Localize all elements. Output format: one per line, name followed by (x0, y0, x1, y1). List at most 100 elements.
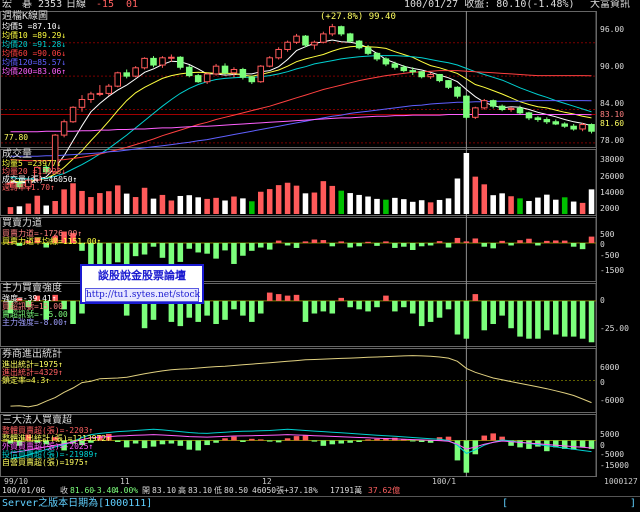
mainforce-bar (383, 295, 389, 301)
buysell-bar (579, 243, 586, 250)
candle-body (418, 71, 425, 78)
mainforce-bar (177, 300, 184, 327)
institutional-bar (231, 436, 237, 441)
panel-frame (0, 11, 597, 148)
mainforce-bar (204, 300, 210, 316)
volume-bar (579, 202, 586, 214)
status-open: 83.10 (152, 486, 177, 495)
institutional-bar (141, 440, 148, 449)
candle-body (230, 68, 238, 74)
buysell-bar (213, 243, 219, 259)
stock-chart-window: 宏 碁 2353 日線 -15 01 100/01/27 收盤: 80.10(-… (0, 0, 640, 512)
candle-body (311, 41, 318, 46)
buysell-bar (150, 243, 157, 247)
watermark-url[interactable]: http://tu1.sytes.net/stock (85, 288, 200, 302)
status-low-label: 低 (214, 486, 222, 495)
institutional-tick: 5000 (600, 430, 620, 439)
candle-body (159, 57, 166, 66)
volume-tick: 26000 (600, 172, 625, 181)
volume-bar (231, 196, 237, 214)
buysell-tick: -500 (600, 251, 620, 260)
buysell-bar (222, 243, 228, 251)
price-tick: 96.00 (600, 25, 625, 34)
buysell-bar (186, 243, 193, 249)
buysell-bar (517, 240, 523, 243)
server-version-text: Server之版本日期為[1000111] (2, 498, 153, 509)
candle-body (275, 48, 282, 59)
mainforce-bar (454, 300, 461, 335)
buysell-bar (454, 237, 461, 243)
broker-legend: 鎖定率=4.3↑ (2, 376, 51, 385)
volume-bar (275, 185, 282, 214)
volume-bar (490, 195, 496, 214)
institutional-bar (409, 440, 416, 442)
candle-body (257, 65, 265, 83)
candle-body (364, 47, 372, 54)
buysell-panel-title: 買賣力道 (2, 218, 42, 229)
mainforce-bar (70, 300, 76, 325)
institutional-bar (374, 438, 380, 441)
ma-line-均價200 (10, 114, 592, 133)
volume-bar (463, 153, 470, 214)
mainforce-bar (481, 300, 488, 331)
buysell-bar (284, 243, 291, 246)
buysell-legend: 買賣力道平均線=1151.00↑ (2, 237, 102, 246)
x-axis-label: 1000127 (604, 477, 638, 486)
mainforce-tick: -25.00 (600, 324, 629, 333)
candle-body (534, 117, 542, 121)
volume-bar (258, 191, 264, 214)
period-label[interactable]: 日線 (66, 0, 86, 11)
buysell-bar (275, 240, 282, 243)
buysell-bar (338, 241, 344, 243)
candle-body (489, 100, 497, 107)
volume-legend: 週轉率=1.70↑ (2, 183, 55, 192)
mainforce-bar (222, 300, 228, 320)
buysell-bar (365, 241, 371, 243)
buysell-tick: 0 (600, 240, 605, 249)
buysell-bar (445, 243, 452, 248)
forum-watermark[interactable]: 談股說金股票論壇 http://tu1.sytes.net/stock (80, 264, 204, 304)
volume-bar (16, 206, 23, 214)
stock-name: 宏 碁 2353 (2, 0, 63, 10)
mainforce-bar (302, 300, 309, 322)
price-tick: 81.60 (600, 119, 625, 128)
candle-body (436, 73, 443, 82)
candle-body (454, 86, 461, 97)
mainforce-bar (240, 300, 246, 316)
buysell-bar (392, 243, 398, 248)
volume-bar (409, 201, 416, 214)
volume-bar (25, 203, 32, 214)
institutional-bar (150, 440, 157, 447)
buysell-bar (588, 236, 595, 243)
mainforce-bar (472, 294, 479, 301)
buysell-bar (356, 243, 362, 247)
volume-bar (544, 194, 550, 214)
status-date: 100/01/06 (2, 486, 46, 495)
broker-line (10, 355, 592, 408)
price-tick: 84.00 (600, 99, 625, 108)
buysell-bar (231, 243, 237, 264)
header-value-1: -15 (96, 0, 115, 10)
mainforce-bar (517, 300, 523, 337)
buysell-bar (320, 240, 327, 243)
mainforce-bar (293, 294, 300, 301)
candle-body (427, 73, 434, 78)
volume-bar (240, 198, 246, 214)
buysell-bar (481, 243, 488, 247)
volume-bar (454, 178, 461, 214)
candle-body (570, 125, 577, 130)
institutional-bar (258, 439, 264, 441)
volume-bar (401, 199, 407, 214)
volume-bar (52, 201, 58, 214)
mainforce-bar (311, 300, 318, 314)
volume-tick: 14000 (600, 188, 625, 197)
volume-bar (374, 198, 380, 214)
buysell-bar (463, 241, 470, 243)
broker-tick: 6000 (600, 363, 620, 372)
mainforce-bar (374, 300, 380, 308)
institutional-bar (463, 440, 470, 473)
institutional-bar (240, 440, 246, 442)
candle-body (346, 33, 354, 42)
status-change: -3.40 (92, 486, 117, 495)
volume-bar (284, 182, 291, 214)
